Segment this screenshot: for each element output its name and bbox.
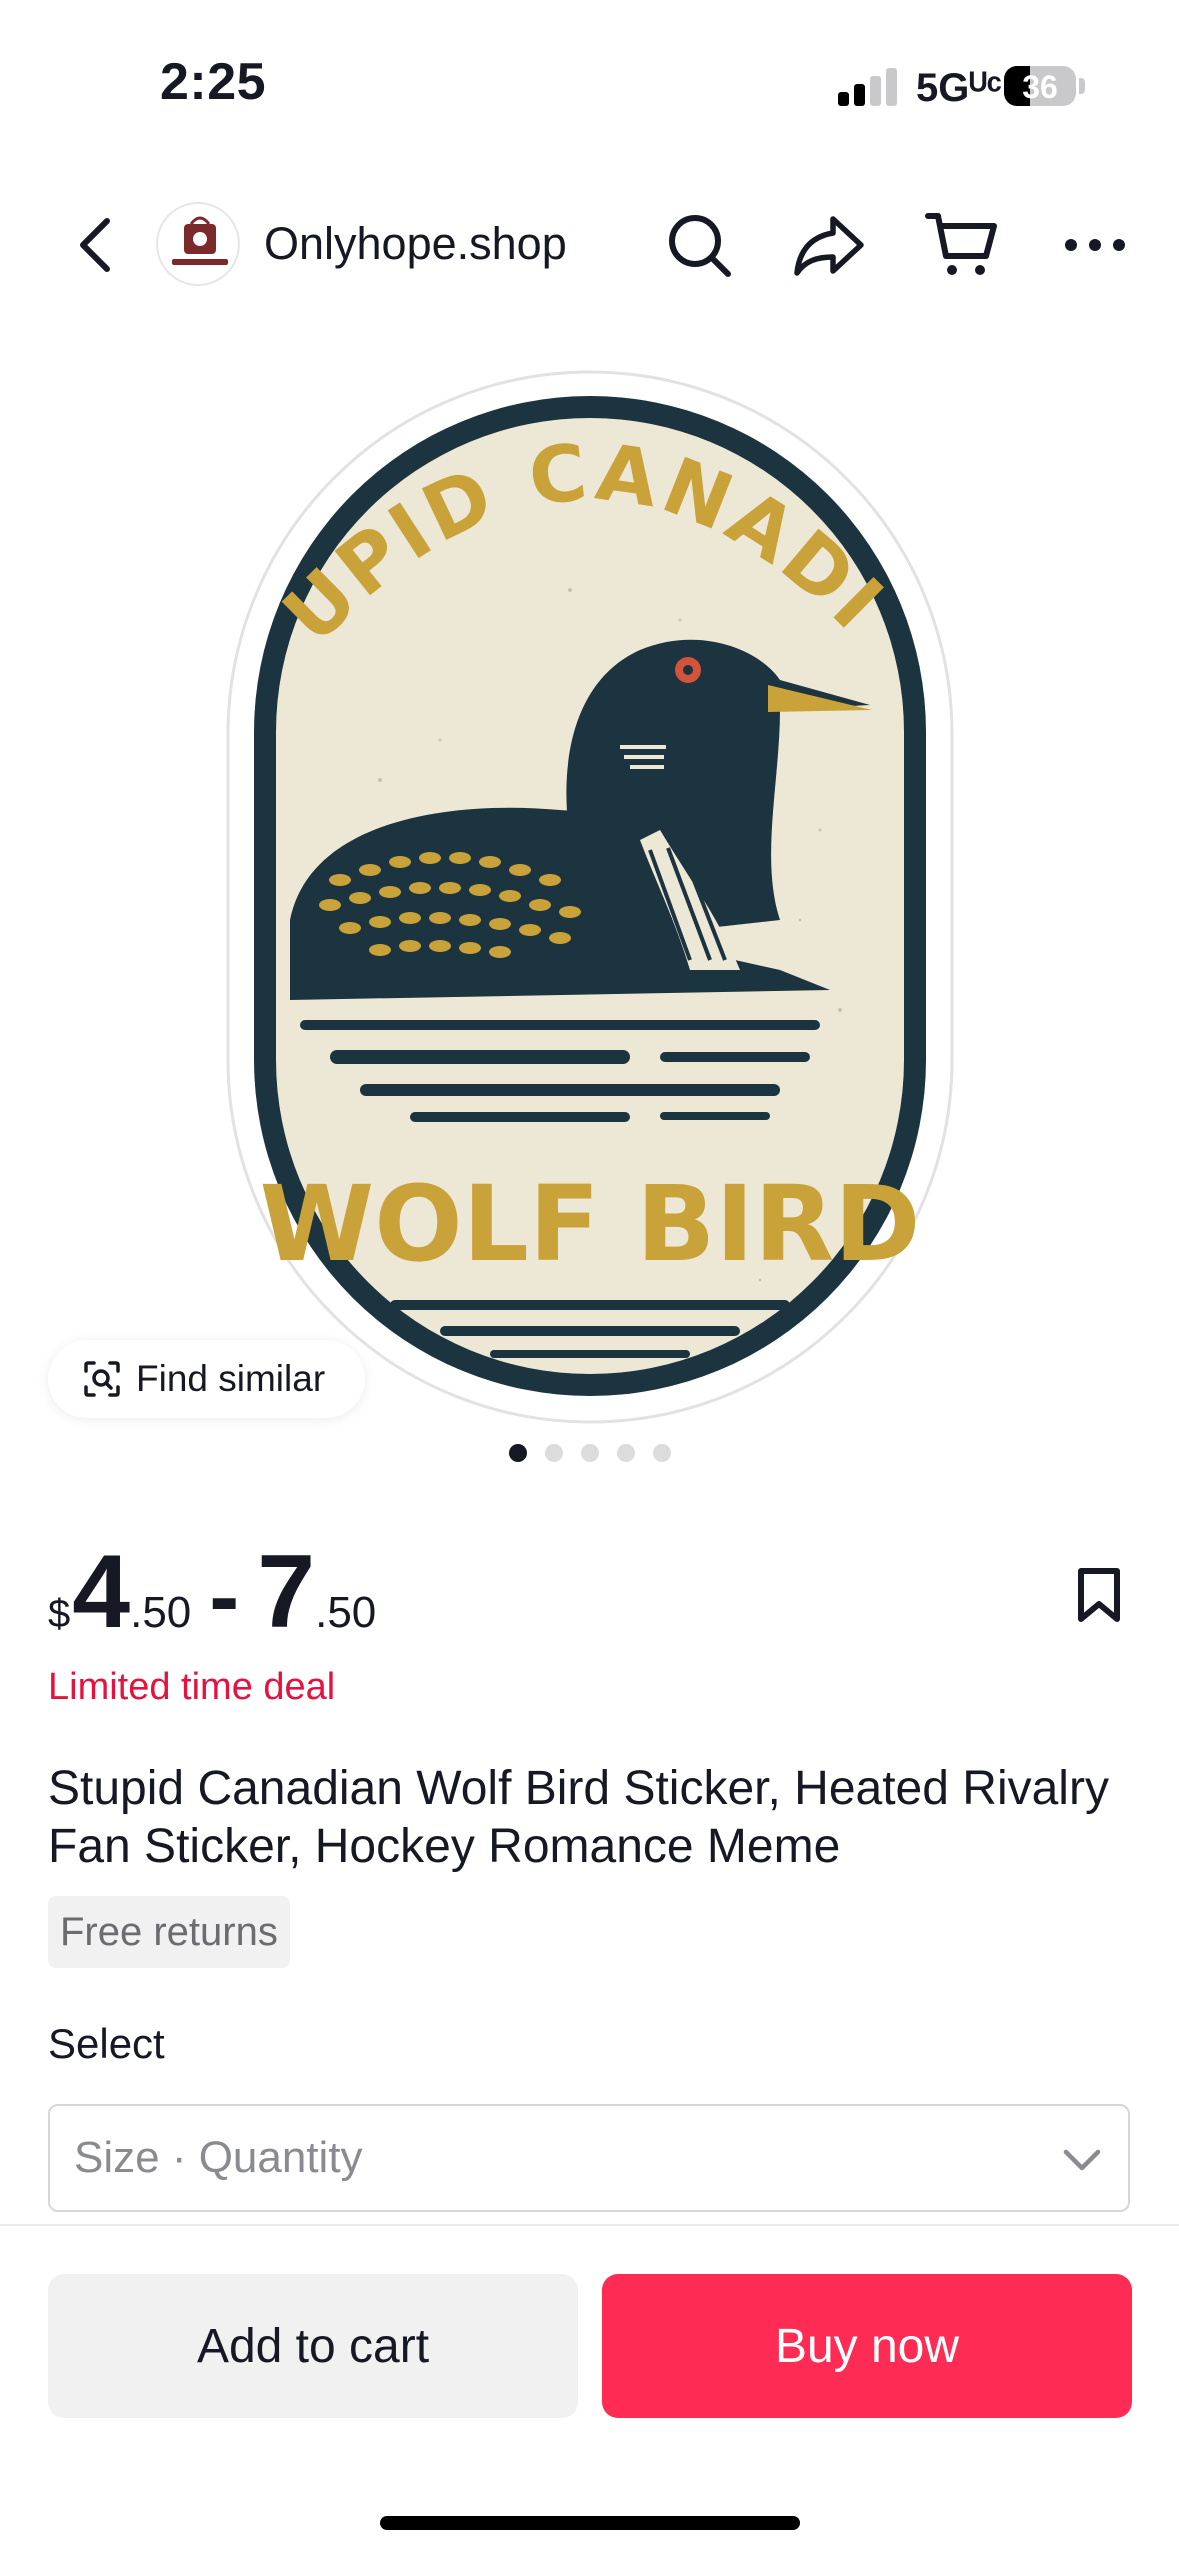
share-icon <box>794 216 864 276</box>
status-bar: 2:25 5Gᵁᶜ 36 <box>0 0 1179 170</box>
find-similar-label: Find similar <box>136 1358 326 1399</box>
back-icon <box>80 218 110 272</box>
visual-search-icon <box>84 1361 120 1397</box>
find-similar-button[interactable]: Find similar <box>48 1340 366 1418</box>
product-title: Stupid Canadian Wolf Bird Sticker, Heate… <box>48 1762 1109 1873</box>
gallery-pagination[interactable] <box>0 1444 1179 1468</box>
price-range: $ 4 .50 - 7 .50 <box>48 1540 376 1644</box>
price-min-int: 4 <box>72 1534 131 1650</box>
chevron-down-icon <box>1063 2149 1101 2171</box>
shop-logo-icon <box>172 216 228 265</box>
limited-time-deal-label: Limited time deal <box>48 1666 336 1708</box>
product-gallery[interactable]: STUPID CANADIAN <box>0 340 1179 1470</box>
more-icon <box>1065 239 1125 251</box>
more-options-button[interactable] <box>1050 200 1140 290</box>
battery-tip <box>1079 78 1085 94</box>
network-label: 5Gᵁᶜ <box>916 66 1002 110</box>
status-time: 2:25 <box>160 53 267 111</box>
buy-now-button[interactable]: Buy now <box>602 2274 1132 2418</box>
home-indicator[interactable] <box>380 2516 800 2530</box>
product-detail-screen: 2:25 5Gᵁᶜ 36 Onlyhope.shop UPID CANADI W… <box>0 0 1179 2556</box>
back-button[interactable] <box>50 200 140 290</box>
product-image: STUPID CANADIAN <box>220 360 954 1424</box>
price-min-dec: .50 <box>130 1588 192 1637</box>
share-button[interactable] <box>784 200 874 290</box>
gallery-dot[interactable] <box>616 1444 635 1462</box>
price-max-dec: .50 <box>315 1588 377 1637</box>
gallery-dot[interactable] <box>580 1444 599 1462</box>
signal-strength-icon <box>838 68 898 106</box>
cart-button[interactable] <box>916 200 1006 290</box>
top-nav-bar: Onlyhope.shop <box>0 190 1179 300</box>
price-max-int: 7 <box>257 1534 316 1650</box>
variant-select[interactable]: Size · Quantity <box>48 2104 1130 2212</box>
sticker-bottom-text: WOLF BIRD <box>259 1163 920 1285</box>
price-currency: $ <box>48 1592 71 1636</box>
battery-level: 36 <box>1022 69 1058 105</box>
select-heading: Select <box>48 2020 165 2067</box>
search-icon <box>669 215 731 277</box>
search-button[interactable] <box>654 200 744 290</box>
free-returns-badge[interactable]: Free returns <box>48 1896 290 1968</box>
shop-name[interactable]: Onlyhope.shop <box>264 218 567 270</box>
bookmark-icon <box>1078 1568 1120 1622</box>
variant-select-placeholder: Size · Quantity <box>74 2133 363 2182</box>
gallery-dot[interactable] <box>652 1444 671 1462</box>
gallery-dot[interactable] <box>508 1444 527 1462</box>
add-to-cart-button[interactable]: Add to cart <box>48 2274 578 2418</box>
bookmark-button[interactable] <box>1064 1560 1134 1630</box>
cart-icon <box>925 213 997 275</box>
battery-icon: 36 <box>1004 66 1076 106</box>
gallery-dot[interactable] <box>544 1444 563 1462</box>
bottom-bar-divider <box>0 2224 1179 2226</box>
price-separator: - <box>209 1547 240 1647</box>
shop-avatar[interactable] <box>156 202 240 286</box>
